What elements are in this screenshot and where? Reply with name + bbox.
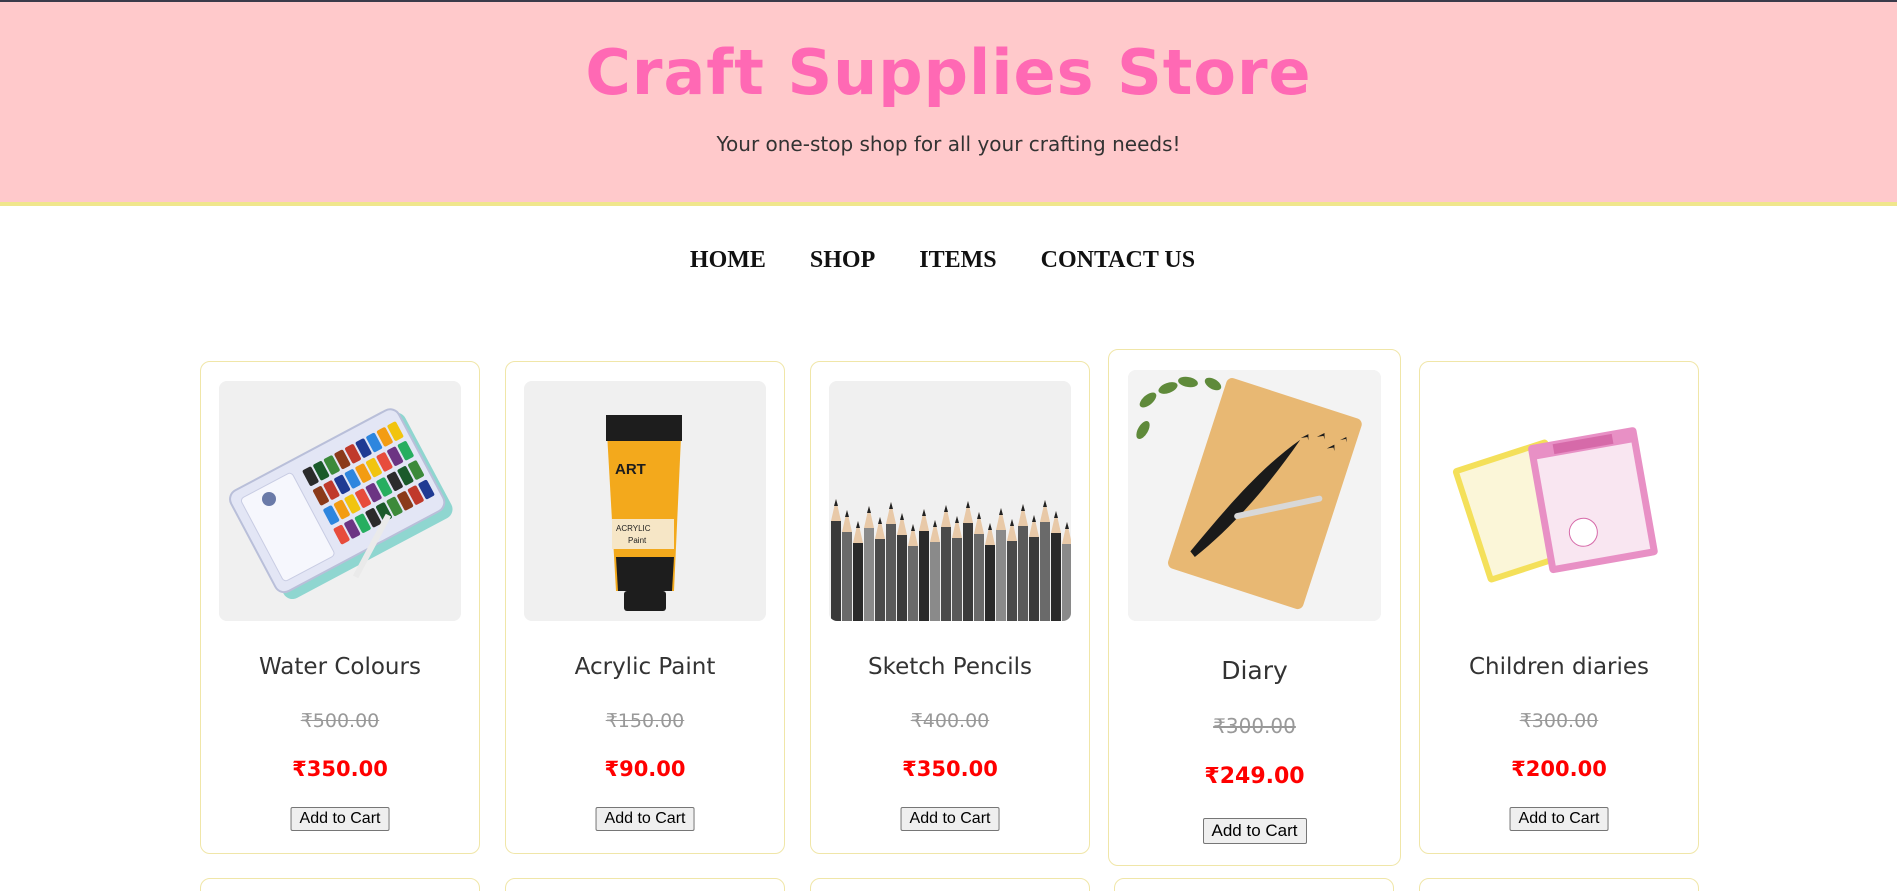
- product-name: Acrylic Paint: [574, 654, 716, 680]
- notepads-icon: [1438, 381, 1680, 621]
- nav-shop[interactable]: SHOP: [810, 240, 875, 280]
- acrylic-paint-tube-image: ART ACRYLIC Paint: [524, 381, 766, 621]
- product-card-diary: Diary ₹300.00 ₹249.00 Add to Cart: [1108, 349, 1401, 866]
- diary-icon: [1128, 370, 1381, 621]
- sketch-pencils-image: [829, 381, 1071, 621]
- nav-home[interactable]: HOME: [690, 240, 766, 280]
- nav-items[interactable]: ITEMS: [919, 240, 996, 280]
- product-card-next-row: [1419, 878, 1699, 891]
- add-to-cart-button[interactable]: Add to Cart: [595, 807, 695, 831]
- children-diaries-image: [1438, 381, 1680, 621]
- nav-contact-us[interactable]: CONTACT US: [1041, 240, 1195, 280]
- add-to-cart-button[interactable]: Add to Cart: [900, 807, 1000, 831]
- svg-text:ART: ART: [615, 461, 646, 478]
- original-price: ₹500.00: [300, 710, 380, 732]
- product-card-next-row: [200, 878, 480, 891]
- add-to-cart-button[interactable]: Add to Cart: [1202, 818, 1307, 844]
- product-card-next-row: [1114, 878, 1394, 891]
- wooden-diary-image: [1128, 370, 1381, 621]
- site-header: Craft Supplies Store Your one-stop shop …: [0, 2, 1897, 206]
- sale-price: ₹350.00: [292, 757, 388, 781]
- store-title: Craft Supplies Store: [585, 36, 1312, 109]
- product-name: Sketch Pencils: [868, 654, 1032, 680]
- watercolor-palette-icon: [219, 381, 461, 621]
- product-card-sketch-pencils: Sketch Pencils ₹400.00 ₹350.00 Add to Ca…: [810, 361, 1090, 854]
- svg-text:ACRYLIC: ACRYLIC: [616, 524, 651, 533]
- sale-price: ₹249.00: [1204, 764, 1305, 789]
- svg-text:Paint: Paint: [628, 536, 647, 545]
- original-price: ₹150.00: [605, 710, 685, 732]
- add-to-cart-button[interactable]: Add to Cart: [290, 807, 390, 831]
- product-card-acrylic-paint: ART ACRYLIC Paint Acrylic Paint ₹150.00 …: [505, 361, 785, 854]
- paint-tube-icon: ART ACRYLIC Paint: [524, 381, 766, 621]
- product-card-next-row: [505, 878, 785, 891]
- main-nav: HOME SHOP ITEMS CONTACT US: [0, 240, 1897, 280]
- add-to-cart-button[interactable]: Add to Cart: [1509, 807, 1609, 831]
- original-price: ₹400.00: [910, 710, 990, 732]
- original-price: ₹300.00: [1213, 714, 1296, 738]
- product-card-next-row: [810, 878, 1090, 891]
- product-card-water-colours: Water Colours ₹500.00 ₹350.00 Add to Car…: [200, 361, 480, 854]
- sale-price: ₹90.00: [604, 757, 686, 781]
- watercolor-palette-image: [219, 381, 461, 621]
- sale-price: ₹200.00: [1511, 757, 1607, 781]
- original-price: ₹300.00: [1519, 710, 1599, 732]
- product-name: Children diaries: [1468, 654, 1650, 680]
- product-name: Water Colours: [259, 654, 421, 680]
- product-name: Diary: [1221, 656, 1288, 685]
- product-card-children-diaries: Children diaries ₹300.00 ₹200.00 Add to …: [1419, 361, 1699, 854]
- store-tagline: Your one-stop shop for all your crafting…: [716, 132, 1181, 156]
- sale-price: ₹350.00: [902, 757, 998, 781]
- pencils-icon: [829, 381, 1071, 621]
